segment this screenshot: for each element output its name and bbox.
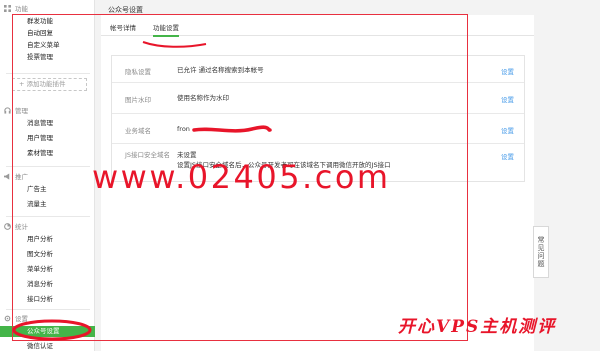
faq-button[interactable]: 常见问题 — [533, 226, 549, 278]
sidebar-item-custom-menu[interactable]: 自定义菜单 — [0, 40, 95, 51]
sidebar-item-users[interactable]: 用户管理 — [0, 133, 95, 144]
sidebar-item-materials[interactable]: 素材管理 — [0, 148, 95, 159]
sidebar-divider — [6, 309, 90, 310]
sidebar-item-article-analysis[interactable]: 图文分析 — [0, 249, 95, 260]
table-row-watermark: 图片水印 使用名称作为水印 设置 — [112, 83, 524, 114]
privacy-settings-link[interactable]: 设置 — [501, 66, 514, 76]
annotation-underline — [142, 41, 207, 48]
row-label: 业务域名 — [125, 127, 151, 135]
sidebar-item-vote[interactable]: 投票管理 — [0, 52, 95, 63]
redaction-scribble — [192, 125, 272, 133]
sidebar-section-stats: 统计 — [4, 221, 28, 231]
sidebar-section-functions: 功能 — [4, 3, 28, 13]
sidebar-item-menu-analysis[interactable]: 菜单分析 — [0, 264, 95, 275]
sidebar-item-user-analysis[interactable]: 用户分析 — [0, 234, 95, 245]
sidebar-item-wechat-verify[interactable]: 微信认证 — [0, 341, 95, 351]
row-label: 隐私设置 — [125, 68, 151, 76]
sidebar-divider — [6, 73, 90, 74]
tab-account-details[interactable]: 帐号详情 — [110, 22, 136, 32]
add-plugin-button[interactable]: + 添加功能插件 — [12, 78, 87, 91]
sidebar-item-api-analysis[interactable]: 接口分析 — [0, 294, 95, 305]
grid-icon — [4, 4, 11, 12]
sidebar-section-title: 功能 — [15, 5, 28, 13]
sidebar-item-traffic[interactable]: 流量主 — [0, 199, 95, 210]
sidebar-divider — [6, 216, 90, 217]
tab-bar: 帐号详情 功能设置 — [101, 15, 534, 37]
row-value: 已允许 通过名称搜索到本帐号 — [177, 66, 264, 74]
sidebar-item-message-analysis[interactable]: 消息分析 — [0, 279, 95, 290]
sidebar-divider — [6, 166, 90, 167]
tab-function-settings[interactable]: 功能设置 — [153, 22, 179, 37]
table-row-business-domain: 业务域名 fron 设置 — [112, 114, 524, 144]
sidebar-section-manage: 管理 — [4, 105, 28, 115]
sidebar-item-messages[interactable]: 消息管理 — [0, 118, 95, 129]
url-watermark: www.02405.com — [92, 158, 391, 196]
megaphone-icon — [4, 172, 10, 180]
sidebar-item-mass-send[interactable]: 群发功能 — [0, 16, 95, 27]
sidebar-section-promote: 推广 — [4, 171, 28, 181]
sidebar-item-advertiser[interactable]: 广告主 — [0, 184, 95, 195]
sidebar-item-auto-reply[interactable]: 自动回复 — [0, 28, 95, 39]
sidebar-section-title: 推广 — [15, 173, 28, 181]
headset-icon — [4, 106, 11, 114]
row-label: 图片水印 — [125, 96, 151, 104]
sidebar-section-title: 管理 — [15, 107, 28, 115]
site-watermark: 开心VPS主机测评 — [398, 317, 557, 337]
row-value: 使用名称作为水印 — [177, 94, 229, 102]
annotation-circle — [12, 319, 92, 341]
page-title: 公众号设置 — [108, 6, 143, 14]
sidebar: 功能 群发功能 自动回复 自定义菜单 投票管理 + 添加功能插件 管理 消息管理… — [0, 0, 95, 351]
pie-chart-icon — [4, 222, 11, 230]
js-domain-settings-link[interactable]: 设置 — [501, 151, 514, 161]
watermark-settings-link[interactable]: 设置 — [501, 94, 514, 104]
sidebar-section-title: 统计 — [15, 223, 28, 231]
row-value: fron — [177, 125, 190, 133]
business-domain-settings-link[interactable]: 设置 — [501, 125, 514, 135]
table-row-privacy: 隐私设置 已允许 通过名称搜索到本帐号 设置 — [112, 56, 524, 83]
